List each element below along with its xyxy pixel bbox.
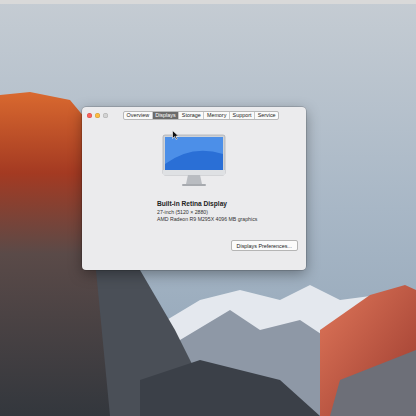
imac-icon <box>162 134 226 188</box>
zoom-button[interactable] <box>103 113 108 118</box>
close-button[interactable] <box>87 113 92 118</box>
minimize-button[interactable] <box>95 113 100 118</box>
mouse-pointer-icon <box>172 130 179 140</box>
display-name: Built-in Retina Display <box>157 200 298 207</box>
display-size: 27-inch (5120 × 2880) <box>157 209 298 215</box>
tab[interactable]: Memory <box>203 112 229 119</box>
tab[interactable]: Storage <box>178 112 203 119</box>
tab[interactable]: Displays <box>152 112 179 119</box>
window-controls <box>87 113 115 118</box>
tab[interactable]: Service <box>254 112 278 119</box>
tab-bar: OverviewDisplaysStorageMemorySupportServ… <box>123 111 279 120</box>
displays-pane: Built-in Retina Display 27-inch (5120 × 2… <box>82 122 306 270</box>
tab[interactable]: Overview <box>124 112 152 119</box>
screen-bezel <box>0 0 416 4</box>
title-bar: OverviewDisplaysStorageMemorySupportServ… <box>82 107 306 122</box>
graphics-info: AMD Radeon R9 M295X 4096 MB graphics <box>157 216 298 222</box>
tab[interactable]: Support <box>229 112 254 119</box>
about-this-mac-window: OverviewDisplaysStorageMemorySupportServ… <box>82 107 306 270</box>
displays-preferences-button[interactable]: Displays Preferences... <box>231 240 298 251</box>
